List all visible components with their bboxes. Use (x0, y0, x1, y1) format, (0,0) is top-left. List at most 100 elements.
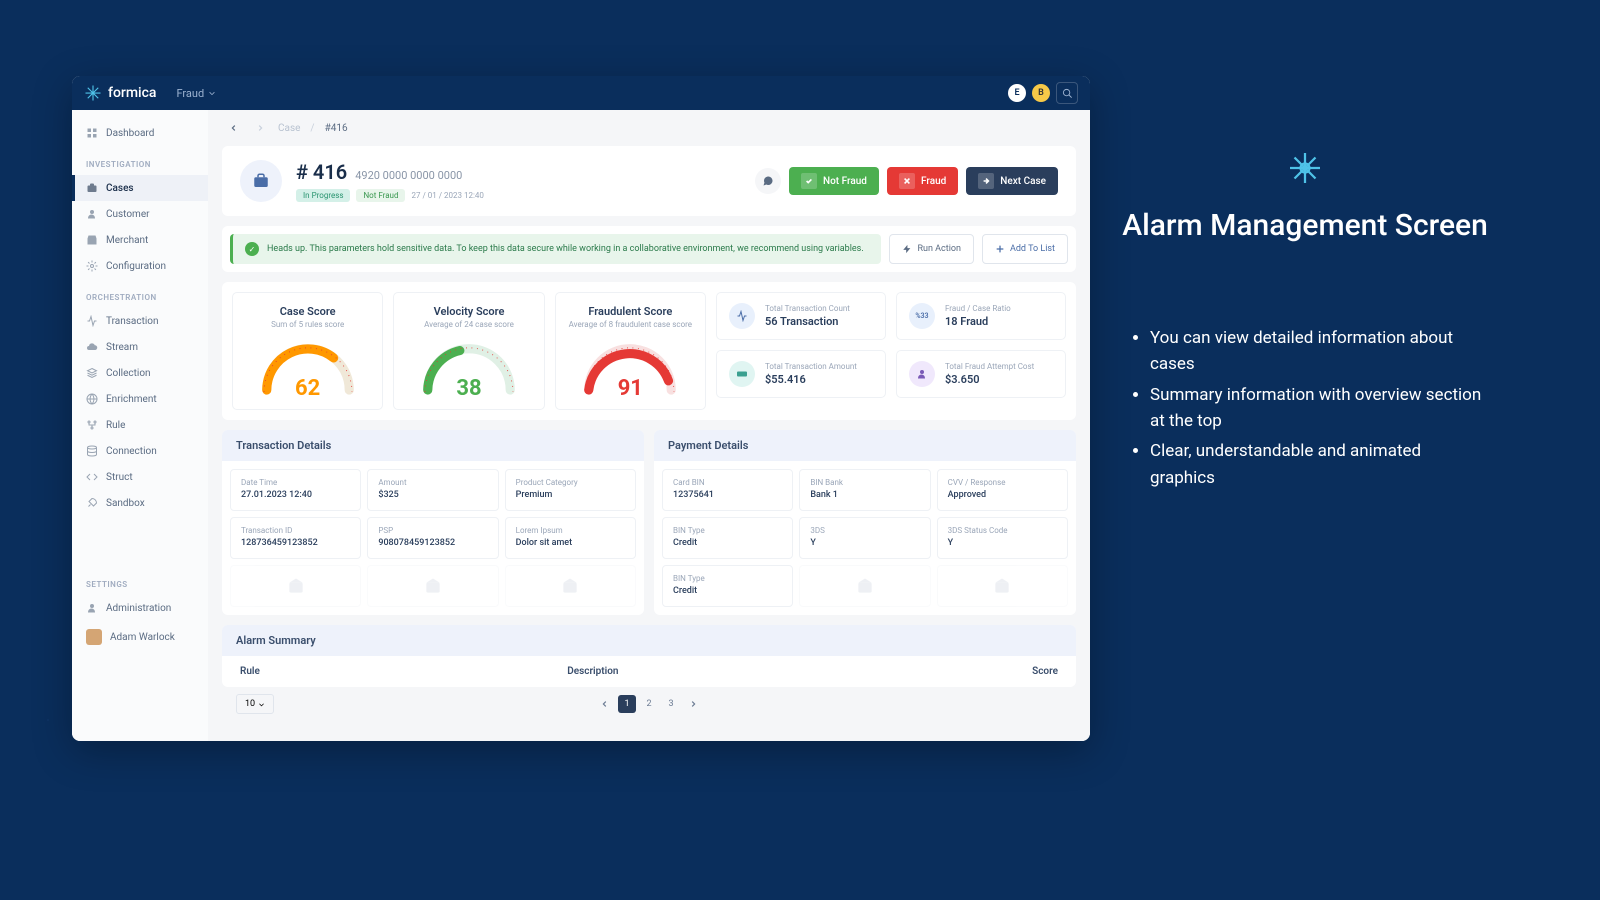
transaction-details-panel: Transaction Details Date Time27.01.2023 … (222, 430, 644, 615)
avatar-b[interactable]: B (1032, 84, 1050, 102)
ratio-icon: %33 (909, 303, 935, 329)
gear-icon (86, 260, 98, 272)
breadcrumb: Case / #416 (208, 110, 1090, 146)
search-button[interactable] (1056, 82, 1078, 104)
case-card-number: 4920 0000 0000 0000 (355, 169, 462, 182)
case-score-card: Case Score Sum of 5 rules score 62 (232, 292, 383, 410)
alarm-summary-panel: Alarm Summary Rule Description Score (222, 625, 1076, 687)
nav-forward-button[interactable] (252, 120, 268, 136)
marketing-panel: Alarm Management Screen You can view det… (1120, 150, 1490, 495)
brand-logo[interactable]: formica (84, 84, 156, 102)
comment-button[interactable] (755, 168, 781, 194)
pagination: 10 1 2 3 (222, 687, 1076, 721)
briefcase-icon (86, 182, 98, 194)
sidebar-item-sandbox[interactable]: Sandbox (72, 490, 208, 516)
breadcrumb-id: #416 (325, 123, 348, 134)
fraud-button[interactable]: Fraud (887, 167, 958, 195)
sidebar-section-investigation: INVESTIGATION (72, 146, 208, 175)
empty-field-icon (505, 565, 636, 607)
case-header: # 416 4920 0000 0000 0000 In Progress No… (222, 146, 1076, 216)
table-header: Rule Description Score (222, 656, 1076, 687)
empty-field-icon (799, 565, 930, 607)
not-fraud-button[interactable]: Not Fraud (789, 167, 879, 195)
sidebar-item-dashboard[interactable]: Dashboard (72, 120, 208, 146)
status-badge-progress: In Progress (296, 189, 350, 202)
arrow-right-icon (982, 177, 990, 185)
sidebar-item-customer[interactable]: Customer (72, 201, 208, 227)
sidebar-item-merchant[interactable]: Merchant (72, 227, 208, 253)
add-to-list-button[interactable]: Add To List (982, 234, 1068, 264)
money-icon (729, 361, 755, 387)
next-case-button[interactable]: Next Case (966, 167, 1058, 195)
globe-icon (86, 393, 98, 405)
app-window: formica Fraud E B Dashboard INVESTIGATIO… (72, 76, 1090, 741)
check-icon (805, 177, 813, 185)
snowflake-icon (84, 84, 102, 102)
empty-field-icon (230, 565, 361, 607)
page-size-selector[interactable]: 10 (236, 694, 274, 714)
close-icon (903, 177, 911, 185)
sidebar-item-collection[interactable]: Collection (72, 360, 208, 386)
nav-dropdown[interactable]: Fraud (176, 87, 216, 100)
info-row: ✓ Heads up. This parameters hold sensiti… (222, 226, 1076, 272)
user-icon (909, 361, 935, 387)
activity-icon (86, 315, 98, 327)
sidebar-item-administration[interactable]: Administration (72, 595, 208, 621)
code-icon (86, 471, 98, 483)
sidebar-section-settings: SETTINGS (72, 566, 208, 595)
sidebar-item-connection[interactable]: Connection (72, 438, 208, 464)
marketing-title: Alarm Management Screen (1120, 206, 1490, 245)
branch-icon (86, 419, 98, 431)
chevron-down-icon (208, 89, 216, 97)
page-1-button[interactable]: 1 (618, 695, 636, 713)
sidebar-item-transaction[interactable]: Transaction (72, 308, 208, 334)
user-icon (86, 602, 98, 614)
sidebar-item-enrichment[interactable]: Enrichment (72, 386, 208, 412)
sidebar-item-configuration[interactable]: Configuration (72, 253, 208, 279)
page-next-button[interactable] (684, 695, 702, 713)
main-content: Case / #416 # 416 4920 0000 0000 0000 (208, 110, 1090, 741)
nav-back-button[interactable] (226, 120, 242, 136)
page-3-button[interactable]: 3 (662, 695, 680, 713)
grid-icon (86, 127, 98, 139)
sidebar-section-orchestration: ORCHESTRATION (72, 279, 208, 308)
rocket-icon (86, 497, 98, 509)
user-icon (86, 208, 98, 220)
page-prev-button[interactable] (596, 695, 614, 713)
page-2-button[interactable]: 2 (640, 695, 658, 713)
plus-icon (995, 244, 1005, 254)
fraud-score-card: Fraudulent Score Average of 8 fraudulent… (555, 292, 706, 410)
velocity-score-card: Velocity Score Average of 24 case score … (393, 292, 544, 410)
case-score-value: 62 (295, 376, 320, 401)
avatar-e[interactable]: E (1008, 84, 1026, 102)
database-icon (86, 445, 98, 457)
sidebar-item-rule[interactable]: Rule (72, 412, 208, 438)
sidebar-item-cases[interactable]: Cases (72, 175, 208, 201)
empty-field-icon (937, 565, 1068, 607)
stat-fraud-ratio: %33 Fraud / Case Ratio18 Fraud (896, 292, 1066, 340)
briefcase-icon (252, 172, 270, 190)
chevron-down-icon (258, 701, 265, 708)
activity-icon (729, 303, 755, 329)
sidebar-item-stream[interactable]: Stream (72, 334, 208, 360)
cloud-icon (86, 341, 98, 353)
snowflake-icon (1287, 150, 1323, 186)
avatar (86, 629, 102, 645)
marketing-bullets: You can view detailed information about … (1120, 325, 1490, 491)
sidebar-user-profile[interactable]: Adam Warlock (72, 621, 208, 653)
brand-name: formica (108, 85, 156, 101)
bolt-icon (902, 244, 912, 254)
stat-fraud-cost: Total Fraud Attempt Cost$3.650 (896, 350, 1066, 398)
case-id: # 416 (296, 160, 347, 184)
run-action-button[interactable]: Run Action (889, 234, 974, 264)
sidebar-item-struct[interactable]: Struct (72, 464, 208, 490)
scores-section: Case Score Sum of 5 rules score 62 (222, 282, 1076, 420)
store-icon (86, 234, 98, 246)
layers-icon (86, 367, 98, 379)
breadcrumb-case[interactable]: Case (278, 123, 300, 134)
empty-field-icon (367, 565, 498, 607)
velocity-score-value: 38 (456, 376, 481, 401)
titlebar: formica Fraud E B (72, 76, 1090, 110)
comment-icon (762, 175, 774, 187)
stat-transaction-count: Total Transaction Count56 Transaction (716, 292, 886, 340)
